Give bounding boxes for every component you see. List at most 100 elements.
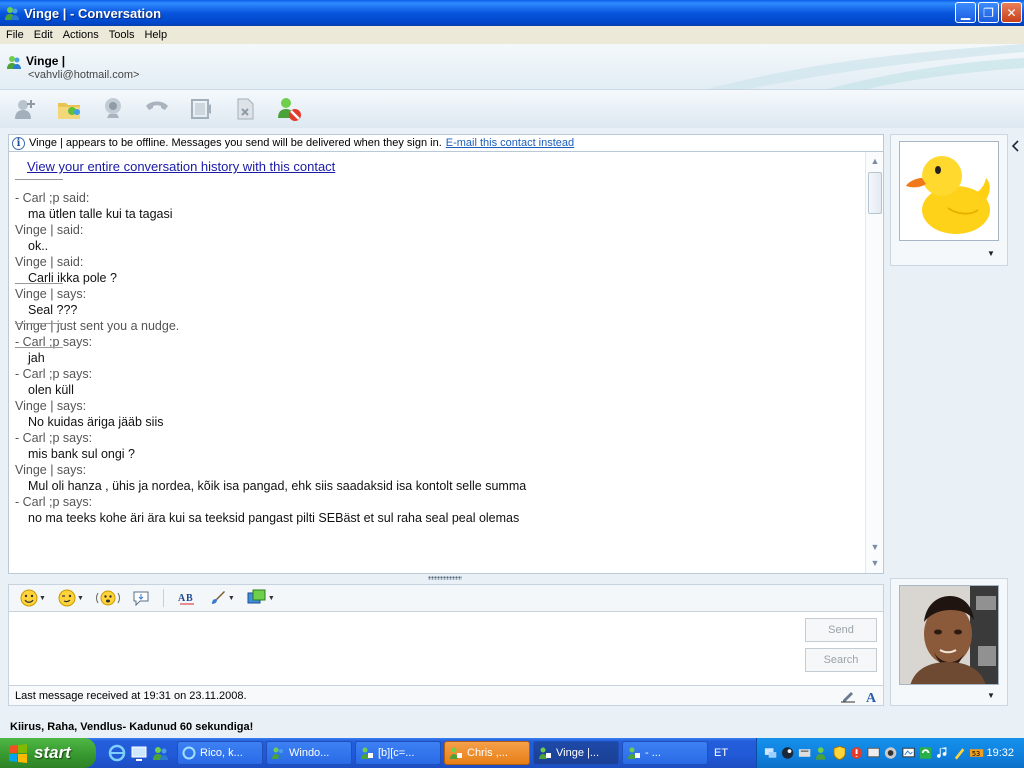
conversation-history-link[interactable]: View your entire conversation history wi… [27,159,335,174]
pane-resize-grip[interactable] [428,576,462,580]
font-button[interactable]: A [863,687,881,704]
conversation-task-icon [628,747,640,759]
message-input[interactable] [13,616,793,682]
last-message-time: Last message received at 19:31 on 23.11.… [15,689,247,702]
nudge-icon [95,590,120,606]
smiley-icon [20,589,38,607]
task-label: [b][c=... [378,747,415,759]
games-button[interactable] [230,94,260,124]
my-picture-dropdown-icon[interactable]: ▼ [987,691,995,700]
close-button[interactable]: ✕ [1001,2,1022,23]
webcam-button[interactable] [98,94,128,124]
menu-actions[interactable]: Actions [59,29,105,41]
sync-icon[interactable] [918,745,933,761]
message-sender: Vinge | said: [15,223,84,237]
conversation-task-icon [361,747,373,759]
message-sender: Vinge | just sent you a nudge. [15,319,180,333]
conversation-task-icon [450,747,462,759]
security-shield-icon[interactable] [832,745,847,761]
contact-display-picture[interactable] [899,141,999,241]
menu-file[interactable]: File [2,29,30,41]
spell-check-button[interactable]: A B [174,587,200,609]
task-item-0[interactable]: Rico, k... [177,741,263,765]
scroll-down-icon[interactable]: ▼ [870,542,880,552]
message-text: olen küll [28,383,74,397]
start-label: start [34,743,71,762]
personal-message: Kiirus, Raha, Vendlus- Kadunud 60 sekund… [10,721,254,733]
display-icon[interactable] [866,745,881,761]
message-text: ok.. [28,239,49,253]
document-icon [237,98,254,120]
minimize-button[interactable]: ▁ [955,2,976,23]
speech-bubble-icon [133,591,149,607]
task-item-4[interactable]: Vinge |... [533,741,619,765]
invite-contact-button[interactable] [10,94,40,124]
message-list: - Carl ;p said: ma ütlen talle kui ta tag… [15,190,526,526]
background-button[interactable]: ▼ [206,587,238,609]
maximize-button[interactable]: ❐ [978,2,999,23]
message-text: No kuidas äriga jääb siis [28,415,164,429]
menu-edit[interactable]: Edit [30,29,59,41]
task-item-5[interactable]: - ... [622,741,708,765]
call-button[interactable] [142,94,172,124]
folder-icon [58,103,80,119]
message-separator [15,323,63,324]
language-indicator[interactable]: ET [714,747,744,759]
system-clock[interactable]: 19:32 [986,747,1014,759]
bluetooth-icon[interactable] [797,745,812,761]
task-label: Windo... [289,747,330,759]
task-label: Rico, k... [200,747,243,759]
internet-explorer-icon[interactable] [108,744,126,762]
message-text: ma ütlen talle kui ta tagasi [28,207,173,221]
scroll-end-icon[interactable]: ▼ [870,558,880,568]
email-contact-link[interactable]: E-mail this contact instead [446,137,574,149]
game-tray-icon[interactable]: 53 [969,745,984,761]
contact-picture-dropdown-icon[interactable]: ▼ [987,249,995,258]
monitor-tray-icon[interactable] [901,745,916,761]
windows-logo-icon [9,744,27,763]
steam-icon[interactable] [780,745,795,761]
system-tray: 53 19:32 [756,738,1024,768]
search-button[interactable]: Search [805,648,877,672]
menu-tools[interactable]: Tools [105,29,141,41]
conversation-task-icon [539,747,551,759]
send-image-button[interactable]: ▼ [244,587,278,609]
scroll-thumb[interactable] [868,172,882,214]
message-separator [15,179,63,180]
voice-clip-button[interactable] [129,587,153,609]
task-item-3[interactable]: Chris ,... [444,741,530,765]
conversation-pane[interactable]: View your entire conversation history wi… [8,152,884,574]
handwriting-button[interactable] [839,687,857,704]
network-icon[interactable] [763,745,778,761]
block-contact-button[interactable] [274,94,304,124]
activities-button[interactable] [186,94,216,124]
alert-icon[interactable] [849,745,864,761]
conversation-scrollbar[interactable]: ▲ ▼ ▼ [865,152,883,573]
messenger-tray-icon[interactable] [815,745,830,761]
scroll-up-icon[interactable]: ▲ [870,156,880,166]
message-text: mis bank sul ongi ? [28,447,136,461]
task-item-1[interactable]: Windo... [266,741,352,765]
pen-tray-icon[interactable] [952,745,967,761]
svg-text:B: B [186,593,193,604]
emoticon-button[interactable]: ▼ [17,587,49,609]
send-button[interactable]: Send [805,618,877,642]
task-item-2[interactable]: [b][c=... [355,741,441,765]
menu-help[interactable]: Help [140,29,173,41]
message-sender: Vinge | says: [15,287,87,301]
wink-button[interactable]: ▼ [55,587,87,609]
message-text: no ma teeks kohe äri ära kui sa teeksid … [28,511,520,525]
nudge-button[interactable] [93,587,123,609]
start-button[interactable]: start [0,738,96,768]
messenger-icon [5,7,19,20]
my-display-picture[interactable] [899,585,999,685]
send-files-button[interactable] [54,94,84,124]
contact-email: <vahvli@hotmail.com> [28,69,140,81]
message-text: jah [28,351,45,365]
messenger-quick-icon[interactable] [152,744,170,762]
webcam-tray-icon[interactable] [883,745,898,761]
personal-message-bar: Kiirus, Raha, Vendlus- Kadunud 60 sekund… [0,716,1024,738]
collapse-panel-icon[interactable] [1011,140,1021,160]
music-icon[interactable] [935,745,950,761]
desktop-icon[interactable] [130,744,148,762]
